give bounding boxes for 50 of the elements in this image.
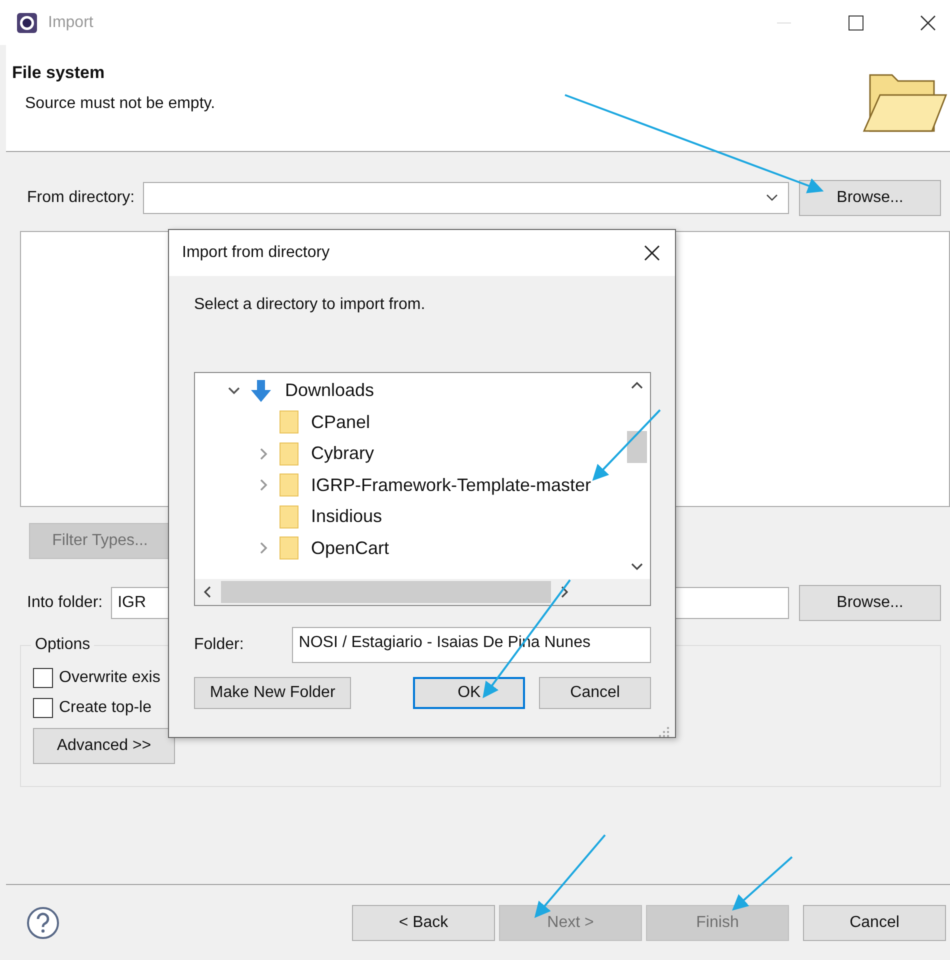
close-icon[interactable] xyxy=(643,244,661,262)
dialog-prompt: Select a directory to import from. xyxy=(194,296,426,315)
horizontal-scrollbar[interactable] xyxy=(195,579,650,605)
scrollbar-thumb[interactable] xyxy=(627,431,647,463)
tree-item[interactable]: OpenCart xyxy=(311,538,390,559)
into-folder-label: Into folder: xyxy=(27,594,103,612)
checkbox-label: Overwrite exis xyxy=(59,669,160,687)
scroll-up-icon[interactable] xyxy=(631,381,643,389)
wizard-button[interactable]: < Back xyxy=(352,904,495,940)
window-title: Import xyxy=(48,14,94,32)
maximize-icon[interactable] xyxy=(848,14,864,30)
dropdown-icon xyxy=(766,194,778,202)
tree-item[interactable]: Insidious xyxy=(311,506,382,528)
tree-item[interactable]: CPanel xyxy=(311,412,370,433)
browse-button[interactable]: Browse... xyxy=(799,585,941,621)
tree-item[interactable]: IGRP-Framework-Template-master xyxy=(311,474,592,496)
tree-item[interactable]: Cybrary xyxy=(311,443,374,464)
scroll-left-icon[interactable] xyxy=(203,586,211,598)
app-icon xyxy=(16,12,38,34)
scrollbar-thumb[interactable] xyxy=(221,581,551,603)
download-arrow-icon xyxy=(249,378,273,403)
folder-tree[interactable]: Downloads CPanel Cybrary IGRP-Framework-Template-master Insidious OpenCart xyxy=(194,372,651,606)
dialog-title: Import from directory xyxy=(182,244,330,262)
browse-button[interactable]: Browse... xyxy=(799,180,941,216)
options-title: Options xyxy=(31,636,94,654)
wizard-button[interactable]: Cancel xyxy=(803,904,946,940)
folder-icon xyxy=(279,504,299,529)
scroll-right-icon[interactable] xyxy=(561,586,569,598)
close-icon[interactable] xyxy=(920,14,936,30)
tree-item[interactable]: Downloads xyxy=(285,380,374,402)
annotation-arrow xyxy=(592,409,661,481)
error-message: Source must not be empty. xyxy=(25,95,216,113)
dialog-button[interactable]: OK xyxy=(413,677,526,709)
help-icon[interactable] xyxy=(26,906,60,940)
resize-grip-icon[interactable] xyxy=(659,727,669,737)
folder-icon xyxy=(279,442,299,466)
annotation-arrow xyxy=(732,856,793,911)
folder-icon xyxy=(279,473,299,498)
folder-icon xyxy=(279,410,299,434)
dialog-button[interactable]: Cancel xyxy=(539,677,651,709)
folder-label: Folder: xyxy=(194,636,244,654)
dialog-button[interactable]: Make New Folder xyxy=(194,677,352,709)
folder-icon xyxy=(279,536,299,560)
from-directory-label: From directory: xyxy=(27,189,135,207)
scroll-down-icon[interactable] xyxy=(631,563,643,571)
checkbox[interactable] xyxy=(33,698,53,718)
checkbox[interactable] xyxy=(33,668,53,688)
checkbox-label: Create top-le xyxy=(59,699,152,717)
page-title: File system xyxy=(12,63,106,83)
advanced-button[interactable]: Advanced >> xyxy=(33,728,175,764)
